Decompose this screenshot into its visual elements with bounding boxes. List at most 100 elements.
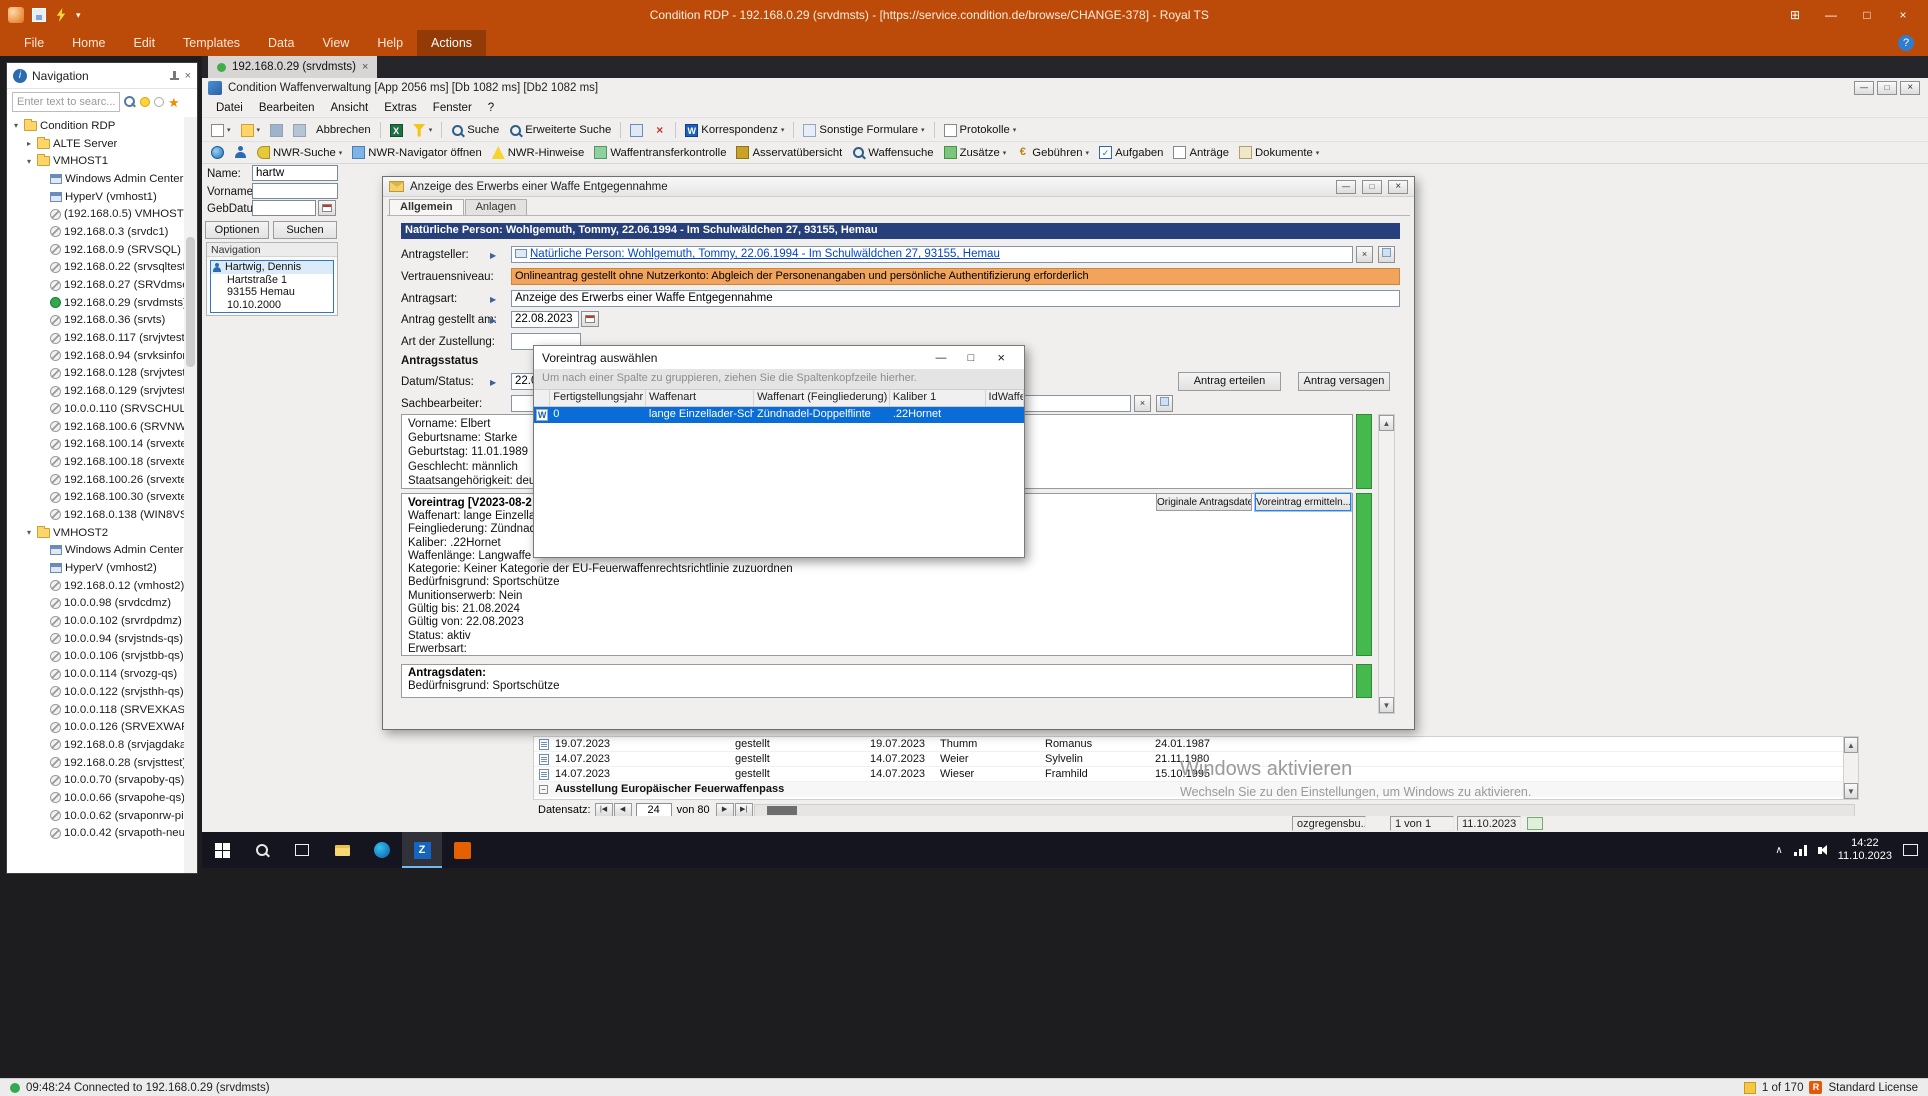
modal-titlebar[interactable]: Voreintrag auswählen — [534, 346, 1024, 370]
suche-button[interactable]: Suche — [447, 122, 503, 139]
tree-item-10-0-0-70-srvapoby-qs[interactable]: 10.0.0.70 (srvapoby-qs) — [7, 771, 184, 789]
file-explorer-button[interactable] — [322, 832, 362, 868]
pick-antragsteller-button[interactable] — [1378, 246, 1395, 263]
first-record-button[interactable]: |◀ — [595, 803, 613, 817]
last-record-button[interactable]: ▶| — [735, 803, 753, 817]
tree-item-192-168-0-27-srvdmsenai[interactable]: 192.168.0.27 (SRVdmsenai — [7, 276, 184, 294]
volume-icon[interactable] — [1818, 847, 1822, 854]
tree-item-10-0-0-118-srvexkasse[interactable]: 10.0.0.118 (SRVEXKASSE) — [7, 701, 184, 719]
calendar-icon[interactable] — [318, 200, 336, 216]
antrag-erteilen-button[interactable]: Antrag erteilen — [1178, 372, 1281, 391]
nwr-hinweise-button[interactable]: NWR-Hinweise — [488, 144, 589, 161]
quick-access-caret-icon[interactable]: ▾ — [76, 10, 81, 21]
korrespondenz-button[interactable]: Korrespondenz▾ — [681, 122, 788, 139]
menu-templates[interactable]: Templates — [169, 30, 254, 56]
clear-antragsteller-button[interactable]: × — [1356, 246, 1373, 263]
antrag-row[interactable]: 14.07.2023gestellt14.07.2023WieserFramhi… — [534, 767, 1858, 782]
waffensuche-button[interactable]: Waffensuche — [848, 144, 937, 161]
scrollbar-thumb[interactable] — [186, 237, 195, 367]
tree-item-192-168-0-22-srvsqltest[interactable]: 192.168.0.22 (srvsqltest) — [7, 259, 184, 277]
asservatuebersicht-button[interactable]: Asservatübersicht — [732, 144, 846, 161]
protokolle-button[interactable]: Protokolle▾ — [940, 122, 1021, 139]
tray-chevron-up-icon[interactable]: ∧ — [1775, 845, 1782, 856]
vorname-input[interactable] — [252, 183, 338, 199]
column-header-fertigstellungsjahr[interactable]: Fertigstellungsjahr — [550, 390, 646, 406]
connect-icon[interactable] — [54, 8, 68, 22]
tree-item-192-168-100-30-srvextest0[interactable]: 192.168.100.30 (srvextest0 — [7, 488, 184, 506]
tree-item-windows-admin-center-v[interactable]: Windows Admin Center V — [7, 170, 184, 188]
open-button[interactable]: ▾ — [237, 122, 265, 139]
tree-item-192-168-0-3-srvdc1[interactable]: 192.168.0.3 (srvdc1) — [7, 223, 184, 241]
tree-item-10-0-0-114-srvozg-qs[interactable]: 10.0.0.114 (srvozg-qs) — [7, 665, 184, 683]
start-button[interactable] — [202, 832, 242, 868]
aufgaben-button[interactable]: Aufgaben — [1095, 144, 1167, 161]
tree-item-10-0-0-62-srvaponrw-pilot[interactable]: 10.0.0.62 (srvaponrw-pilot — [7, 807, 184, 825]
tree-item-192-168-100-6-srvnwrfl[interactable]: 192.168.100.6 (SRVNWRFL — [7, 418, 184, 436]
list-vertical-scrollbar[interactable]: ▲ ▼ — [1843, 736, 1859, 800]
tree-item-10-0-0-110-srvschulung[interactable]: 10.0.0.110 (SRVSCHULUNG — [7, 400, 184, 418]
tree-item-vmhost2[interactable]: ▾VMHOST2 — [7, 524, 184, 542]
chevron-expanded-icon[interactable]: ▾ — [24, 528, 34, 537]
tree-item-192-168-0-5-vmhost1[interactable]: (192.168.0.5) VMHOST1 — [7, 205, 184, 223]
tree-item-windows-admin-center-v[interactable]: Windows Admin Center V — [7, 542, 184, 560]
tree-item-192-168-0-9-srvsql[interactable]: 192.168.0.9 (SRVSQL) — [7, 241, 184, 259]
horizontal-scrollbar[interactable] — [754, 804, 1855, 817]
save-button[interactable] — [266, 122, 287, 139]
tab-anlagen[interactable]: Anlagen — [465, 199, 527, 216]
record-number-input[interactable] — [636, 803, 672, 817]
condition-app-button[interactable] — [402, 832, 442, 868]
scroll-up-icon[interactable]: ▲ — [1379, 415, 1394, 431]
app-close-button[interactable] — [1900, 81, 1920, 95]
app-menu-item[interactable]: ? — [480, 102, 502, 114]
tree-item-192-168-0-94-srvksinfoma[interactable]: 192.168.0.94 (srvksinfoma — [7, 347, 184, 365]
tree-item-192-168-100-26-srvextest0[interactable]: 192.168.100.26 (srvextest0 — [7, 471, 184, 489]
tree-item-condition-rdp[interactable]: ▾Condition RDP — [7, 117, 184, 135]
clear-sachbearbeiter-button[interactable]: × — [1134, 395, 1151, 412]
new-window-button[interactable] — [626, 122, 647, 139]
group-row[interactable]: Ausstellung Europäischer Feuerwaffenpass — [534, 782, 1858, 797]
scroll-up-icon[interactable]: ▲ — [1844, 737, 1858, 753]
chevron-expanded-icon[interactable]: ▾ — [11, 121, 21, 130]
modal-close-button[interactable] — [986, 350, 1016, 365]
next-record-button[interactable]: ▶ — [716, 803, 734, 817]
selected-person-card[interactable]: Hartwig, DennisHartstraße 193155 Hemau10… — [210, 260, 334, 313]
favorites-star-icon[interactable] — [168, 96, 180, 109]
save-all-button[interactable] — [289, 122, 310, 139]
dialog-minimize-button[interactable] — [1336, 180, 1356, 194]
suchen-button[interactable]: Suchen — [273, 221, 337, 239]
tree-item-192-168-0-12-vmhost2[interactable]: 192.168.0.12 (vmhost2) — [7, 577, 184, 595]
voreintrag-row[interactable]: 0lange Einzellader-Schusswaff...Zündnade… — [534, 407, 1024, 423]
dokumente-button[interactable]: Dokumente▾ — [1235, 144, 1323, 161]
pin-icon[interactable] — [170, 71, 180, 81]
abbrechen-button[interactable]: Abbrechen — [312, 122, 375, 138]
menu-help[interactable]: Help — [363, 30, 417, 56]
tree-item-10-0-0-106-srvjstbb-qs[interactable]: 10.0.0.106 (srvjstbb-qs) — [7, 648, 184, 666]
app-menu-datei[interactable]: Datei — [208, 102, 251, 114]
tree-item-192-168-0-129-srvjvtestpro[interactable]: 192.168.0.129 (srvjvtestpro — [7, 382, 184, 400]
tree-item-192-168-100-18-srvextest0[interactable]: 192.168.100.18 (srvextest0 — [7, 453, 184, 471]
dialog-maximize-button[interactable] — [1362, 180, 1382, 194]
tree-item-10-0-0-42-srvapoth-neu[interactable]: 10.0.0.42 (srvapoth-neu) — [7, 825, 184, 843]
tree-item-vmhost1[interactable]: ▾VMHOST1 — [7, 152, 184, 170]
waffentransferkontrolle-button[interactable]: Waffentransferkontrolle — [590, 144, 730, 161]
close-button[interactable]: × — [1886, 3, 1920, 27]
connection-tab[interactable]: 192.168.0.29 (srvdmsts) × — [208, 56, 377, 78]
taskbar-clock[interactable]: 14:22 11.10.2023 — [1838, 837, 1892, 863]
maximize-button[interactable]: □ — [1850, 3, 1884, 27]
sonstige-formulare-button[interactable]: Sonstige Formulare▾ — [799, 122, 928, 139]
tab-allgemein[interactable]: Allgemein — [389, 199, 464, 216]
antrag-row[interactable]: 19.07.2023gestellt19.07.2023ThummRomanus… — [534, 737, 1858, 752]
app-menu-ansicht[interactable]: Ansicht — [322, 102, 376, 114]
optionen-button[interactable]: Optionen — [205, 221, 269, 239]
navbox-person[interactable]: Hartwig, Dennis — [211, 261, 333, 274]
gebuehren-button[interactable]: Gebühren▾ — [1012, 144, 1093, 161]
tree-item-10-0-0-98-srvdcdmz[interactable]: 10.0.0.98 (srvdcdmz) — [7, 595, 184, 613]
save-icon[interactable] — [32, 8, 46, 22]
modal-minimize-button[interactable] — [926, 352, 956, 364]
tree-item-192-168-0-29-srvdmsts[interactable]: 192.168.0.29 (srvdmsts) — [7, 294, 184, 312]
menu-edit[interactable]: Edit — [120, 30, 170, 56]
antrag-row[interactable]: 14.07.2023gestellt14.07.2023WeierSylveli… — [534, 752, 1858, 767]
nwr-person-button[interactable] — [230, 144, 251, 161]
scroll-down-icon[interactable]: ▼ — [1844, 783, 1858, 799]
menu-view[interactable]: View — [308, 30, 363, 56]
